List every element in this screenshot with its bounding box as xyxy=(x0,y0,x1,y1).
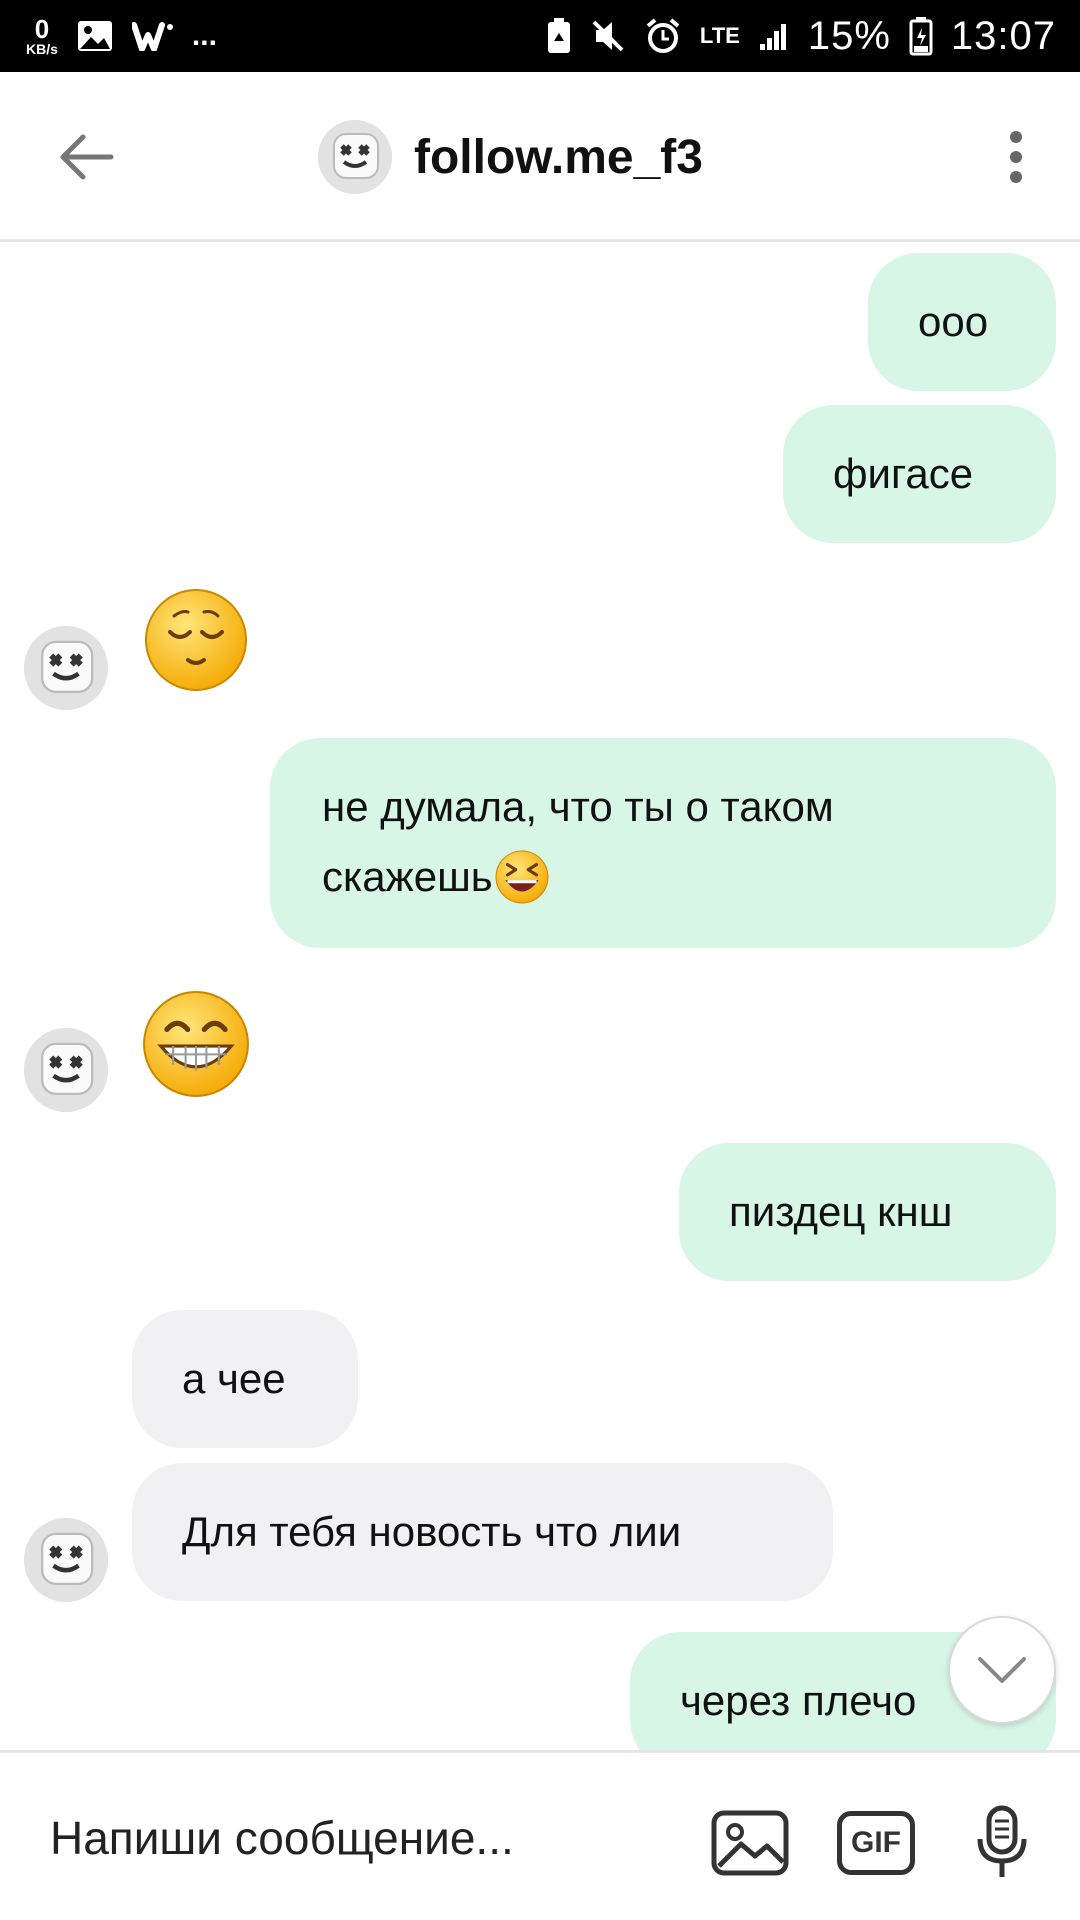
message-composer: Напиши сообщение... GIF xyxy=(0,1750,1080,1920)
message-text: через плечо xyxy=(680,1677,917,1724)
message-text-line: не думала, что ты о таком xyxy=(322,783,834,830)
status-right: LTE 15% 13:07 xyxy=(546,14,1056,59)
status-left: 0 KB/s ... xyxy=(26,16,217,56)
relieved-face-emoji[interactable] xyxy=(144,588,248,692)
more-notifications: ... xyxy=(191,19,217,52)
sender-avatar[interactable] xyxy=(24,1028,108,1112)
battery-percent: 15% xyxy=(807,13,891,58)
message-text-line-2: скажешь xyxy=(322,842,1004,912)
signal-icon xyxy=(758,20,790,52)
marshmello-avatar-icon xyxy=(318,120,392,194)
message-input[interactable]: Напиши сообщение... xyxy=(50,1811,514,1865)
lte-label: LTE xyxy=(699,23,740,48)
back-arrow-icon xyxy=(60,134,114,180)
beaming-face-emoji[interactable] xyxy=(142,990,250,1098)
gif-button[interactable]: GIF xyxy=(834,1803,918,1883)
battery-saver-icon xyxy=(546,17,572,55)
clock: 13:07 xyxy=(950,13,1056,58)
message-text: пиздец кнш xyxy=(729,1188,953,1235)
net-speed-value: 0 xyxy=(34,14,50,44)
laughing-squint-emoji xyxy=(495,850,549,904)
net-speed-unit: KB/s xyxy=(26,41,58,57)
sender-avatar[interactable] xyxy=(24,626,108,710)
chat-partner[interactable]: follow.me_f3 xyxy=(318,120,703,194)
message-bubble-sent[interactable]: пиздец кнш xyxy=(679,1143,1056,1281)
battery-charging-icon xyxy=(909,16,933,56)
scroll-to-bottom-button[interactable] xyxy=(948,1616,1056,1724)
message-text: Для тебя новость что лии xyxy=(182,1508,682,1555)
chat-header: follow.me_f3 xyxy=(0,72,1080,242)
image-icon xyxy=(711,1810,789,1876)
message-bubble-received[interactable]: а чее xyxy=(132,1310,358,1448)
message-list[interactable]: ооо фигасе не думала, что ты о таком ска… xyxy=(0,242,1080,1750)
marshmello-avatar-icon xyxy=(24,626,108,710)
attach-image-button[interactable] xyxy=(710,1803,790,1883)
voice-message-button[interactable] xyxy=(972,1803,1032,1883)
wattpad-notification-icon xyxy=(131,21,174,51)
microphone-icon xyxy=(977,1805,1027,1877)
message-bubble-sent[interactable]: фигасе xyxy=(783,405,1056,543)
gallery-notification-icon xyxy=(76,19,114,53)
back-button[interactable] xyxy=(52,122,122,192)
message-text: а чее xyxy=(182,1355,286,1402)
chevron-down-icon xyxy=(978,1657,1026,1683)
net-speed: 0 KB/s xyxy=(26,16,58,56)
message-bubble-sent[interactable]: ооо xyxy=(868,253,1056,391)
mute-icon xyxy=(590,18,626,54)
avatar xyxy=(318,120,392,194)
more-vert-icon xyxy=(1010,131,1022,183)
marshmello-avatar-icon xyxy=(24,1028,108,1112)
marshmello-avatar-icon xyxy=(24,1518,108,1602)
message-text: фигасе xyxy=(833,450,974,497)
gif-label: GIF xyxy=(851,1826,901,1859)
message-text: скажешь xyxy=(322,853,493,900)
status-bar: 0 KB/s ... LTE 15% 13:07 xyxy=(0,0,1080,72)
gif-icon: GIF xyxy=(837,1811,915,1875)
page-title: follow.me_f3 xyxy=(414,130,703,184)
more-options-button[interactable] xyxy=(986,120,1046,194)
alarm-icon xyxy=(644,17,682,55)
message-bubble-received[interactable]: Для тебя новость что лии xyxy=(132,1463,833,1601)
message-text: ооо xyxy=(918,298,989,345)
message-bubble-sent[interactable]: не думала, что ты о таком скажешь xyxy=(270,738,1056,948)
sender-avatar[interactable] xyxy=(24,1518,108,1602)
